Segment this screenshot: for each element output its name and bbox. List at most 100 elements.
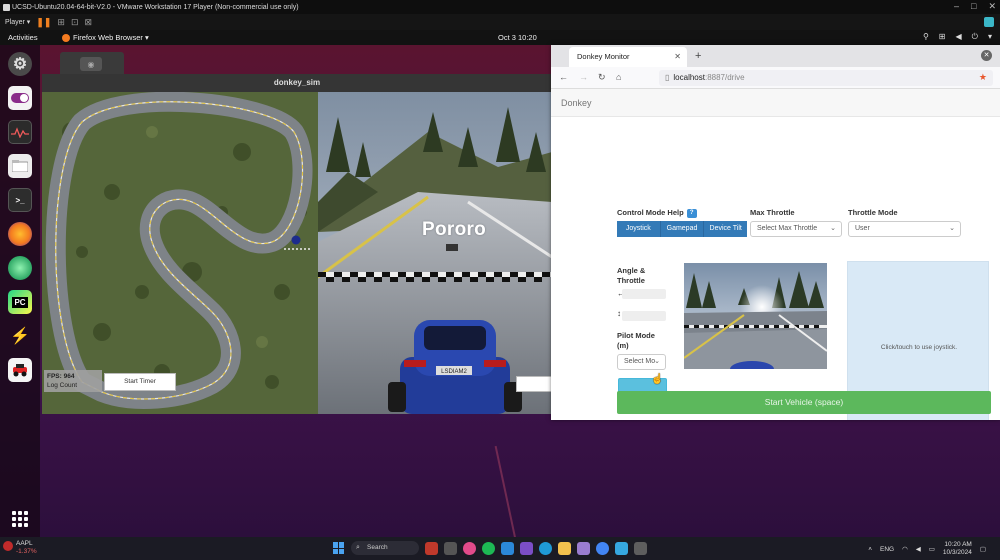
speaker-icon[interactable]: ◀ [916, 545, 921, 553]
language-indicator[interactable]: ENG [880, 546, 894, 553]
tray-chevron-icon[interactable]: ˄ [868, 546, 872, 553]
up-down-arrow-icon: ↕ [617, 309, 621, 318]
spotify-icon[interactable] [482, 541, 495, 555]
url-path: :8887/drive [704, 73, 745, 82]
folder-graphic [12, 160, 28, 172]
mouse-cursor-icon: ☝ [651, 374, 664, 385]
activities-button[interactable]: Activities [8, 33, 38, 42]
monitor-icon[interactable] [8, 120, 32, 144]
stock-ticker: AAPL [16, 540, 33, 547]
wifi-icon[interactable]: ◠ [902, 545, 908, 553]
app-menu-label: Firefox Web Browser ▾ [73, 33, 149, 42]
mode-joystick[interactable]: Joystick [617, 221, 661, 237]
stock-change: -1.37% [16, 548, 37, 555]
window-close-icon[interactable]: ✕ [981, 50, 992, 61]
donkey-sim-window: ◉ donkey_sim LSDIAM2 Pororo FPS: 964 Log… [42, 52, 552, 414]
stock-widget[interactable]: AAPL -1.37% [3, 540, 37, 556]
sim-camera-button[interactable] [516, 376, 552, 392]
vmware-taskbar-icon[interactable] [615, 541, 628, 555]
navigation-bar: ← → ↻ ⌂ ▯ localhost:8887/drive ★ [551, 67, 1000, 89]
throttle-mode-select[interactable]: User ⌄ [848, 221, 961, 237]
battery-icon[interactable]: ▭ [929, 545, 935, 553]
firefox-icon[interactable] [8, 222, 32, 246]
swirl-icon[interactable]: ⚡ [8, 324, 32, 348]
pause-icon[interactable]: ❚❚ [36, 17, 51, 28]
help-icon[interactable]: ? [686, 208, 697, 218]
angle-throttle-line1: Angle & [617, 266, 646, 275]
throttle-mode-value: User [855, 225, 870, 232]
home-icon[interactable]: ⌂ [616, 72, 621, 82]
toggle-icon[interactable] [8, 86, 32, 110]
url-bar[interactable]: ▯ localhost:8887/drive ★ [659, 70, 993, 86]
pilot-mode-value: Select Mo [624, 358, 656, 365]
vmware-icon [3, 3, 10, 11]
app-menu[interactable]: Firefox Web Browser ▾ [62, 33, 149, 42]
terminal-icon[interactable]: >_ [8, 188, 32, 212]
page-info-icon[interactable]: ▯ [665, 73, 669, 82]
gear-icon[interactable]: ⚙ [8, 52, 32, 76]
vmware-title-bar: UCSD-Ubuntu20.04-64-bit-V2.0 - VMware Wo… [0, 0, 1000, 14]
maximize-icon[interactable]: □ [971, 1, 976, 12]
vm-unity-icon[interactable] [984, 17, 994, 27]
taskbar-search[interactable]: ⌕ Search [351, 541, 419, 555]
reload-icon[interactable]: ↻ [598, 72, 606, 83]
network-icon[interactable]: ⊞ [939, 32, 946, 42]
system-menu-chevron-icon[interactable]: ▾ [988, 32, 992, 42]
page-navbar: Donkey [551, 89, 1000, 117]
power-icon[interactable]: ⏻ [972, 32, 978, 42]
chrome-icon[interactable] [596, 541, 609, 555]
folder-icon[interactable] [8, 154, 32, 178]
tab-donkey-monitor[interactable]: Donkey Monitor ✕ [569, 47, 687, 67]
volume-icon[interactable]: ◀ [956, 32, 962, 42]
mode-device-tilt[interactable]: Device Tilt [704, 221, 748, 237]
pycharm-icon[interactable]: PC [8, 290, 32, 314]
taskbar-app-icon[interactable] [425, 541, 438, 555]
car-icon[interactable] [8, 358, 32, 382]
edge-icon[interactable] [539, 541, 552, 555]
sim-tab-strip: ◉ [60, 52, 124, 74]
player-menu[interactable]: Player ▾ [5, 18, 30, 26]
chat-icon[interactable] [463, 541, 476, 555]
windows-start-icon[interactable] [333, 542, 345, 554]
file-explorer-icon[interactable] [558, 541, 571, 555]
accessibility-icon[interactable]: ⚲ [923, 32, 929, 42]
throttle-value-field [622, 311, 666, 321]
app-icon-purple[interactable] [577, 541, 590, 555]
bookmark-star-icon[interactable]: ★ [979, 72, 987, 83]
pilot-mode-select[interactable]: Select Mo ⌄ [617, 354, 666, 370]
taskbar-clock[interactable]: 10:20 AM 10/3/2024 [943, 541, 972, 557]
mode-gamepad[interactable]: Gamepad [660, 221, 705, 237]
brand-label[interactable]: Donkey [561, 98, 592, 108]
toggle-graphic [11, 93, 29, 103]
vm-settings-icon[interactable]: ⊞ [57, 17, 65, 28]
back-icon[interactable]: ← [559, 72, 568, 82]
notification-icon[interactable]: ▢ [980, 545, 986, 553]
forward-icon[interactable]: → [579, 72, 588, 82]
pilot-mode-label: Pilot Mode (m) [617, 331, 655, 351]
globe-icon[interactable] [8, 256, 32, 280]
start-timer-button[interactable]: Start Timer [104, 373, 176, 391]
app-icon-gray[interactable] [634, 541, 647, 555]
apps-grid-icon[interactable] [12, 511, 28, 527]
outlook-icon[interactable] [501, 541, 514, 555]
pilot-mode-line2: (m) [617, 341, 629, 350]
control-mode-toggle: Joystick Gamepad Device Tilt [617, 221, 748, 237]
track-overview-map [42, 92, 318, 414]
camera-icon[interactable]: ◉ [80, 57, 102, 71]
taskbar-time: 10:20 AM [944, 541, 972, 548]
task-view-icon[interactable] [444, 541, 457, 555]
start-vehicle-button[interactable]: Start Vehicle (space) [617, 391, 991, 414]
ubuntu-clock[interactable]: Oct 3 10:20 [498, 33, 537, 42]
vm-fullscreen-icon[interactable]: ⊠ [85, 17, 93, 28]
camera-scene-graphic: LSDIAM2 [318, 92, 552, 414]
tab-close-icon[interactable]: ✕ [674, 52, 681, 61]
max-throttle-select[interactable]: Select Max Throttle ⌄ [750, 221, 842, 237]
chevron-down-icon: ⌄ [654, 358, 660, 365]
close-icon[interactable]: ✕ [988, 1, 996, 12]
angle-value-field [622, 289, 666, 299]
search-icon: ⌕ [356, 544, 360, 551]
visual-studio-icon[interactable] [520, 541, 533, 555]
new-tab-icon[interactable]: + [695, 50, 701, 62]
minimize-icon[interactable]: – [954, 1, 959, 12]
vm-devices-icon[interactable]: ⊡ [71, 17, 79, 28]
